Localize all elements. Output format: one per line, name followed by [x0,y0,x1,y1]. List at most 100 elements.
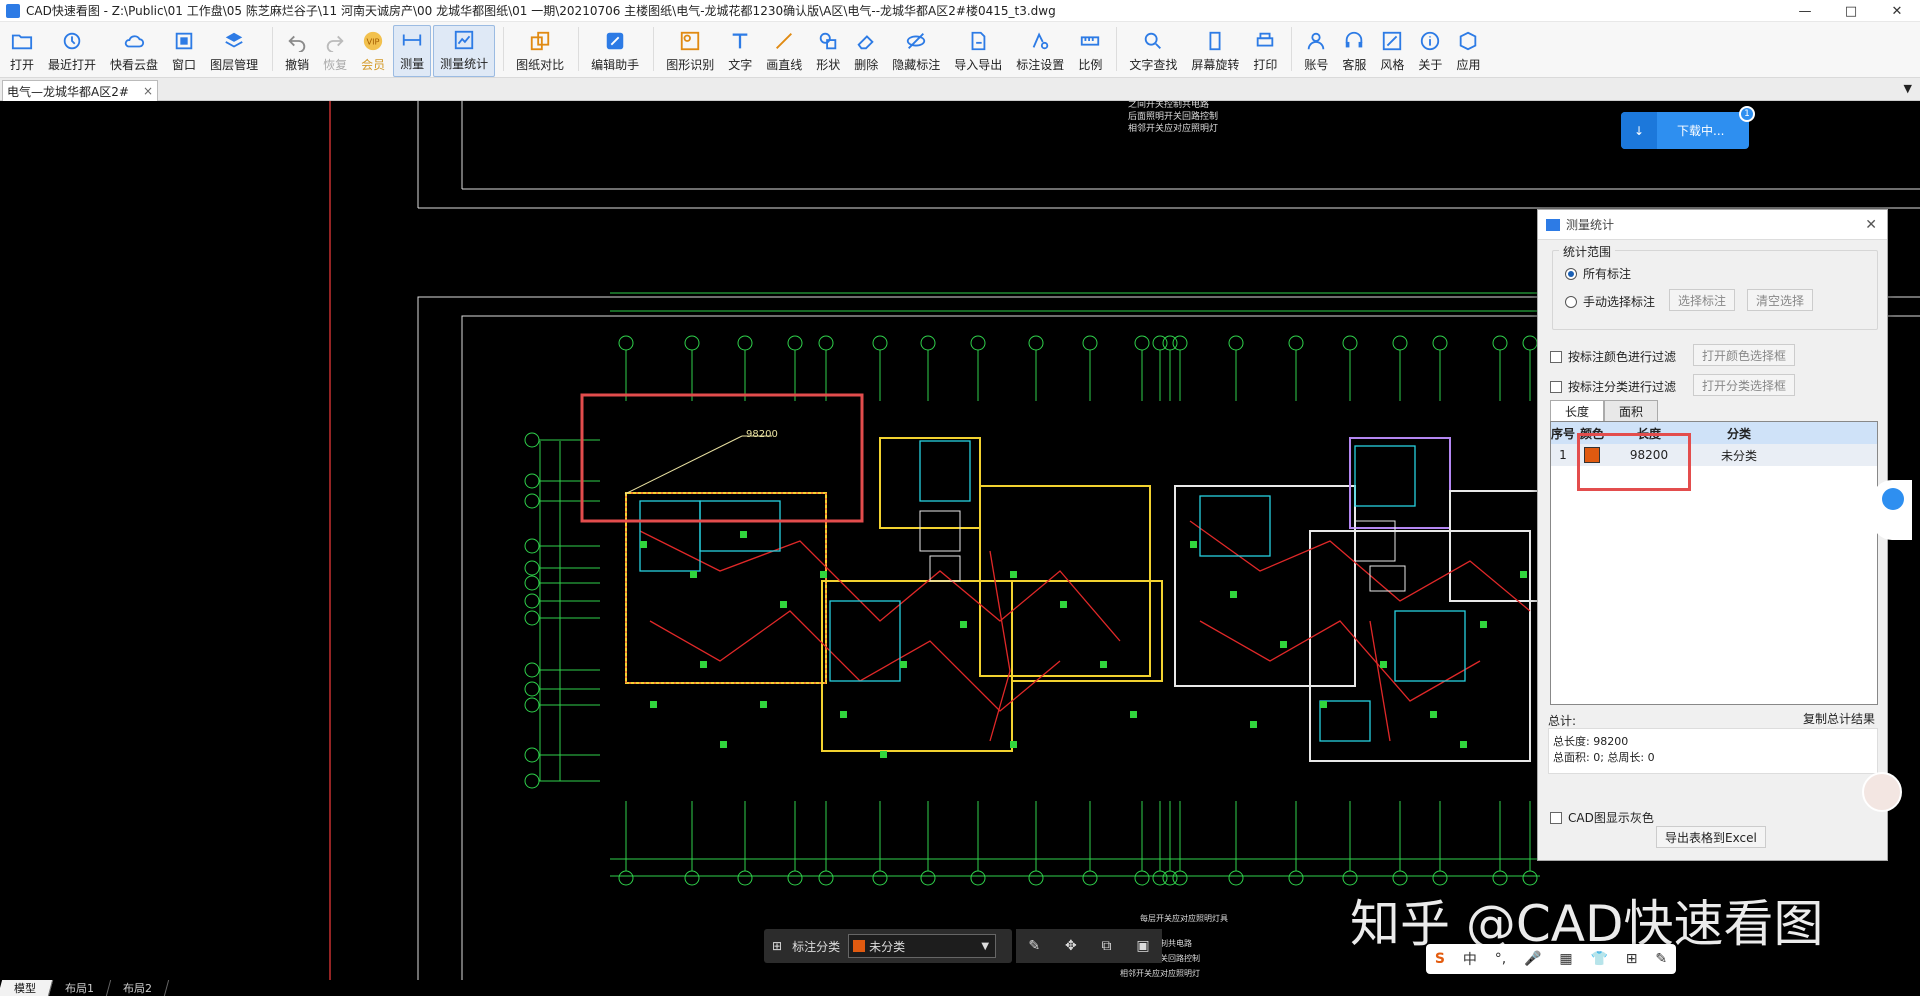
edit-icon[interactable]: ✎ [1028,938,1040,954]
ime-voice-icon[interactable]: 🎤 [1524,951,1541,967]
export-excel-button[interactable]: 导出表格到Excel [1656,826,1766,848]
about-button[interactable]: 关于 [1412,25,1448,77]
document-tab[interactable]: 电气—龙城华都A区2# × [2,80,158,101]
close-tab-icon[interactable]: × [143,84,153,98]
select-annotation-button[interactable]: 选择标注 [1669,289,1736,311]
vip-icon: VIP [361,29,385,53]
rotate-screen-button[interactable]: 屏幕旋转 [1185,25,1245,77]
cloud-drive-button[interactable]: 快看云盘 [104,25,164,77]
gray-display-box[interactable] [1550,811,1562,824]
paste-icon[interactable]: ▣ [1136,938,1149,954]
radio-manual-label: 手动选择标注 [1583,295,1656,309]
redo-button[interactable]: 恢复 [317,25,353,77]
account-button[interactable]: 账号 [1298,25,1334,77]
minimize-button[interactable]: — [1782,0,1828,22]
assistant-avatar[interactable] [1862,772,1902,812]
dialog-close-button[interactable]: ✕ [1865,217,1877,233]
import-export-button[interactable]: 导入导出 [948,25,1008,77]
radio-manual-select[interactable]: 手动选择标注 [1565,293,1655,310]
fixture-marker [960,621,967,628]
category-select[interactable]: 未分类 ▼ [848,934,997,958]
tab-area[interactable]: 面积 [1604,400,1659,421]
download-progress-button[interactable]: ↓ 下载中... 1 [1621,106,1755,149]
ime-handwrite-icon[interactable]: ✎ [1655,951,1667,967]
filter-color-checkbox[interactable]: 按标注颜色进行过滤 [1550,348,1676,365]
ime-skin-icon[interactable]: 👕 [1590,951,1607,967]
grid-icon[interactable]: ⊞ [772,939,782,953]
document-tab-label: 电气—龙城华都A区2# [7,84,129,99]
window-icon [172,29,196,53]
copy-icon[interactable]: ⧉ [1102,938,1112,954]
layout-tab-1[interactable]: 布局1 [48,980,112,996]
text-search-icon [1141,29,1165,53]
scope-label: 统计范围 [1559,243,1616,260]
axis-marker [1082,335,1098,351]
layout-tab-model[interactable]: 模型 [0,980,54,996]
maximize-button[interactable]: □ [1828,0,1874,22]
radio-all-annotations[interactable]: 所有标注 [1565,265,1631,282]
drawing-compare-button[interactable]: 图纸对比 [510,25,570,77]
shape-recognition-button[interactable]: 图形识别 [660,25,720,77]
filter-category-checkbox[interactable]: 按标注分类进行过滤 [1550,378,1676,395]
open-color-picker-button[interactable]: 打开颜色选择框 [1693,344,1796,366]
app-logo-icon [6,3,20,18]
ime-logo-icon[interactable]: S [1435,951,1445,967]
filter-category-label: 按标注分类进行过滤 [1568,380,1677,394]
axis-marker [524,560,540,576]
download-arrow-icon: ↓ [1621,112,1657,149]
delete-button[interactable]: 删除 [848,25,884,77]
axis-marker [920,335,936,351]
shape-button[interactable]: 形状 [810,25,846,77]
text-button[interactable]: 文字 [722,25,758,77]
row-category: 未分类 [1720,448,1757,463]
svg-text:VIP: VIP [367,37,380,47]
copy-total-button[interactable]: 复制总计结果 [1794,707,1885,729]
fixture-marker [780,601,787,608]
shape-recognition-icon [678,29,702,53]
edit-assistant-button[interactable]: 编辑助手 [585,25,645,77]
layout-tab-2[interactable]: 布局2 [106,980,170,996]
axis-marker [1432,870,1448,886]
window-button[interactable]: 窗口 [166,25,202,77]
close-button[interactable]: ✕ [1874,0,1920,22]
move-icon[interactable]: ✥ [1065,938,1077,954]
undo-button[interactable]: 撤销 [279,25,315,77]
scale-button[interactable]: 比例 [1072,25,1108,77]
apps-button[interactable]: 应用 [1450,25,1486,77]
chat-float-button[interactable] [1872,480,1912,540]
fixture-marker [1430,711,1437,718]
chat-icon [1882,488,1904,510]
gray-display-checkbox[interactable]: CAD图显示灰色 [1550,809,1654,826]
radio-all-indicator[interactable] [1565,267,1577,280]
open-button[interactable]: 打开 [4,25,40,77]
ime-chinese-mode[interactable]: 中 [1463,949,1477,969]
tab-length[interactable]: 长度 [1550,400,1605,421]
filter-color-box[interactable] [1550,350,1562,363]
axis-marker [524,697,540,713]
total-result-box: 总长度: 98200 总面积: 0; 总周长: 0 [1548,728,1878,774]
axis-marker [872,870,888,886]
style-button[interactable]: 风格 [1374,25,1410,77]
measure-annotation-label[interactable]: 98200 [746,429,778,440]
ime-punctuation[interactable]: °, [1495,951,1506,967]
fixture-marker [1010,571,1017,578]
layer-manager-button[interactable]: 图层管理 [204,25,264,77]
print-button[interactable]: 打印 [1247,25,1283,77]
radio-manual-indicator[interactable] [1565,295,1577,308]
text-search-button[interactable]: 文字查找 [1123,25,1183,77]
axis-marker [1432,335,1448,351]
recent-open-button[interactable]: 最近打开 [42,25,102,77]
tab-list-dropdown-icon[interactable]: ▼ [1904,82,1912,95]
open-category-picker-button[interactable]: 打开分类选择框 [1693,374,1796,396]
support-button[interactable]: 客服 [1336,25,1372,77]
vip-button[interactable]: VIP 会员 [355,25,391,77]
clear-selection-button[interactable]: 清空选择 [1747,289,1814,311]
ime-keyboard-icon[interactable]: ▦ [1559,951,1572,967]
hide-annotation-button[interactable]: 隐藏标注 [886,25,946,77]
measure-button[interactable]: 测量 [393,25,432,77]
measure-stats-button[interactable]: 测量统计 [433,25,496,77]
filter-category-box[interactable] [1550,380,1562,393]
draw-line-button[interactable]: 画直线 [760,25,808,77]
annotation-settings-button[interactable]: 标注设置 [1010,25,1070,77]
ime-toolbox-icon[interactable]: ⊞ [1626,951,1638,967]
